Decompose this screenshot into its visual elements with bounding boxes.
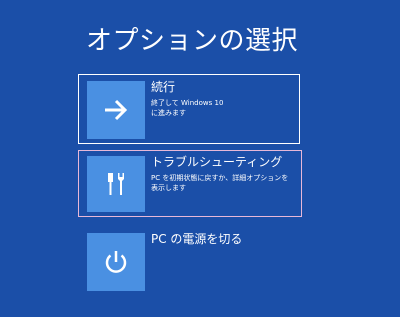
troubleshoot-description-line: PC を初期状態に戻すか、詳細オプションを (151, 174, 289, 182)
recovery-screen: オプションの選択 続行 終了して Windows 10 に進みます トラブルシュ… (0, 0, 400, 317)
troubleshoot-text: トラブルシューティング PC を初期状態に戻すか、詳細オプションを 表示します (151, 154, 301, 193)
continue-text: 続行 終了して Windows 10 に進みます (151, 79, 299, 118)
continue-description-line: に進みます (151, 109, 186, 117)
continue-tile (87, 81, 145, 139)
shutdown-tile (87, 233, 145, 291)
power-icon (102, 248, 130, 276)
troubleshoot-label: トラブルシューティング (151, 155, 283, 169)
shutdown-text: PC の電源を切る (151, 231, 299, 247)
troubleshoot-description: PC を初期状態に戻すか、詳細オプションを 表示します (151, 173, 299, 193)
troubleshoot-tile (87, 156, 145, 212)
troubleshoot-description-line: 表示します (151, 184, 186, 192)
continue-description: 終了して Windows 10 に進みます (151, 98, 299, 118)
continue-description-line: 終了して Windows 10 (151, 99, 224, 107)
tools-icon (103, 170, 129, 198)
shutdown-option[interactable]: PC の電源を切る (78, 228, 300, 291)
page-title: オプションの選択 (86, 26, 299, 56)
continue-option[interactable]: 続行 終了して Windows 10 に進みます (78, 74, 300, 144)
arrow-right-icon (103, 99, 129, 121)
troubleshoot-option[interactable]: トラブルシューティング PC を初期状態に戻すか、詳細オプションを 表示します (78, 150, 302, 217)
continue-label: 続行 (151, 80, 176, 94)
shutdown-label: PC の電源を切る (151, 232, 243, 246)
